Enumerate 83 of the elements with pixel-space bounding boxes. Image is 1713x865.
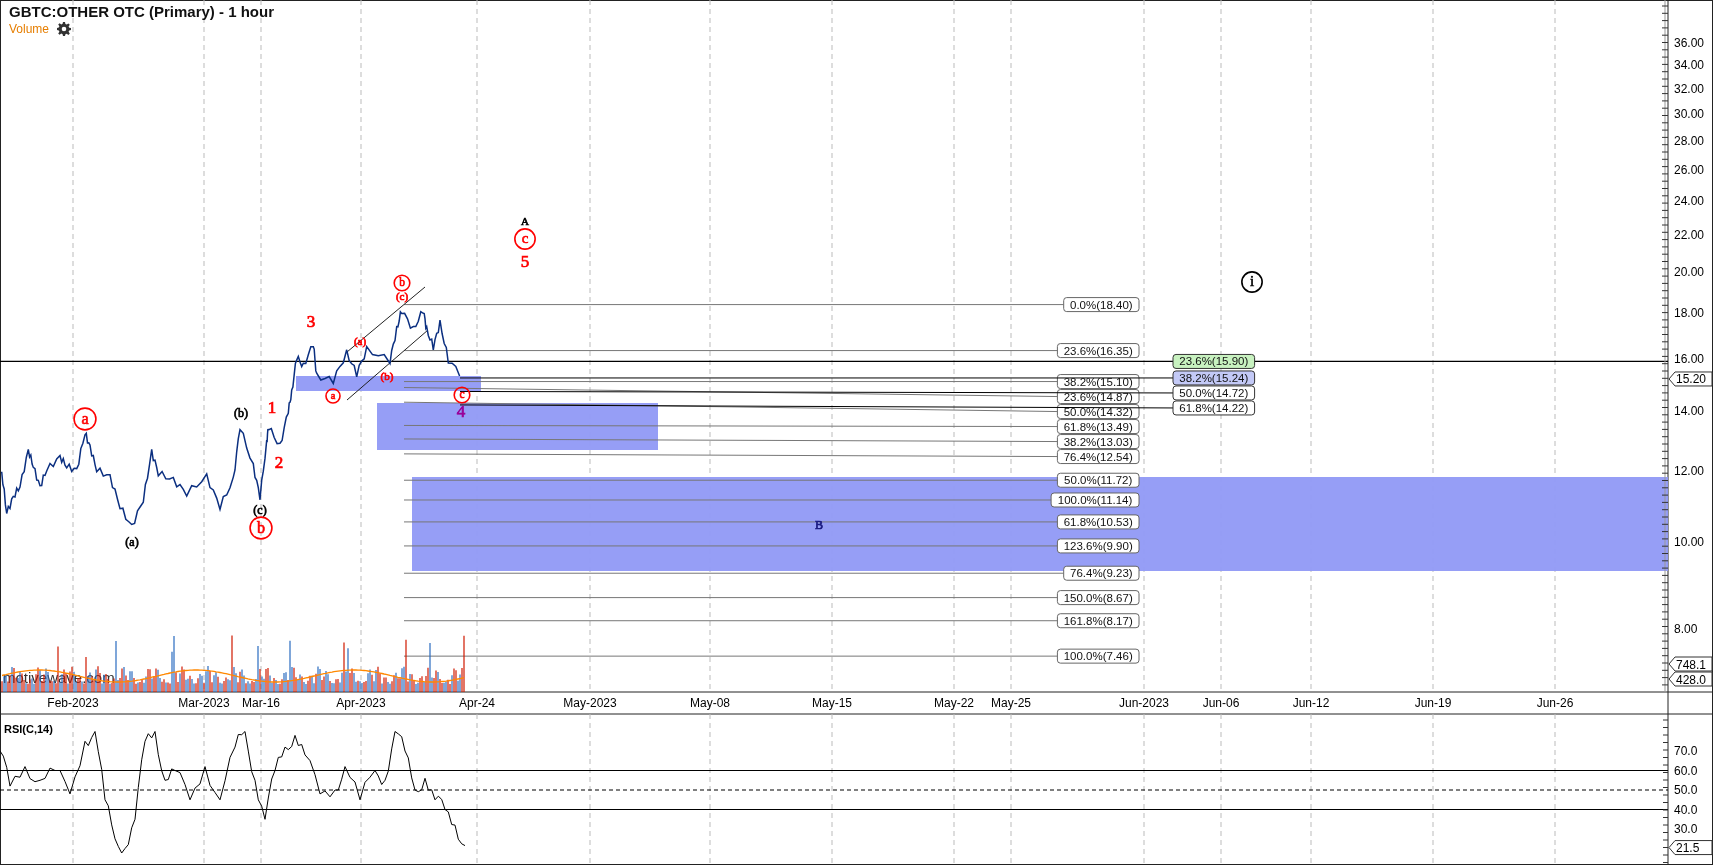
price-tick-label: 28.00 — [1674, 134, 1705, 149]
fib-level-label: 50.0%(14.72) — [1172, 385, 1256, 401]
rsi-title: RSI(C,14) — [4, 723, 53, 735]
volume-marker: 748.1 — [1668, 656, 1713, 672]
fib-level-label: 38.2%(13.03) — [1056, 434, 1140, 450]
fib-level-label: 76.4%(12.54) — [1056, 449, 1140, 465]
wave-label: a — [325, 388, 341, 404]
date-label: Jun-12 — [1292, 696, 1330, 710]
price-tick-label: 32.00 — [1674, 82, 1705, 97]
date-label: Mar-2023 — [178, 696, 230, 710]
fib-level-label: 123.6%(9.90) — [1056, 538, 1140, 554]
price-tick-label: 34.00 — [1674, 58, 1705, 73]
volume-marker: 428.0 — [1668, 671, 1713, 687]
price-tick-label: 8.00 — [1674, 621, 1698, 636]
date-label: Apr-2023 — [336, 696, 386, 710]
date-label: May-22 — [934, 696, 974, 710]
fib-level-label: 100.0%(11.14) — [1050, 492, 1140, 508]
price-tick-label: 16.00 — [1674, 352, 1705, 366]
wave-label: b — [249, 516, 273, 540]
wave-label: (b) — [234, 406, 248, 421]
fib-level-label: 23.6%(16.35) — [1056, 343, 1140, 359]
wave-label: 4 — [456, 401, 466, 421]
rsi-tick-label: 50.0 — [1674, 783, 1698, 797]
fib-level-label: 161.8%(8.17) — [1056, 613, 1140, 629]
wave-label: 5 — [520, 251, 530, 271]
chart-title: GBTC:OTHER OTC (Primary) - 1 hour — [9, 3, 274, 21]
fib-level-label: 0.0%(18.40) — [1063, 297, 1140, 313]
wave-label: b — [393, 274, 411, 292]
rsi-tick-label: 70.0 — [1674, 744, 1698, 758]
date-label: Mar-16 — [242, 696, 280, 710]
date-label: Jun-06 — [1202, 696, 1240, 710]
fib-level-label: 150.0%(8.67) — [1056, 590, 1140, 606]
wave-label: 2 — [274, 452, 284, 472]
date-label: May-15 — [812, 696, 852, 710]
date-label: May-08 — [690, 696, 730, 710]
date-label: May-25 — [991, 696, 1031, 710]
price-tick-label: 14.00 — [1674, 404, 1705, 418]
fib-level-label: 50.0%(11.72) — [1056, 472, 1140, 488]
wave-label: A — [521, 214, 529, 227]
wave-label: i — [1241, 271, 1263, 293]
wave-label: 1 — [267, 397, 277, 417]
wave-label: (a) — [353, 334, 367, 347]
date-label: Feb-2023 — [47, 696, 99, 710]
fib-level-label: 76.4%(9.23) — [1063, 565, 1140, 581]
price-tick-label: 22.00 — [1674, 228, 1705, 242]
price-tick-label: 10.00 — [1674, 535, 1705, 549]
fib-level-label: 23.6%(14.87) — [1056, 389, 1140, 405]
fib-level-label: 61.8%(13.49) — [1056, 419, 1140, 435]
fib-level-label: 38.2%(15.24) — [1172, 370, 1256, 386]
price-tick-label: 12.00 — [1674, 464, 1705, 479]
wave-label: c — [453, 386, 471, 404]
current-rsi-marker: 21.5 — [1668, 840, 1713, 856]
rsi-tick-label: 60.0 — [1674, 763, 1698, 778]
fib-level-label: 61.8%(14.22) — [1172, 400, 1256, 416]
current-price-marker: 15.20 — [1668, 371, 1713, 387]
price-tick-label: 30.00 — [1674, 107, 1705, 122]
wave-label: 3 — [306, 311, 316, 331]
fib-level-label: 100.0%(7.46) — [1056, 648, 1140, 664]
date-label: Apr-24 — [459, 696, 495, 710]
date-label: Jun-26 — [1536, 696, 1574, 710]
indicator-label[interactable]: Volume — [9, 21, 50, 37]
rsi-tick-label: 30.0 — [1674, 822, 1698, 836]
settings-icon[interactable] — [57, 22, 72, 36]
wave-label: (a) — [125, 535, 139, 550]
price-tick-label: 36.00 — [1674, 36, 1705, 51]
date-label: Jun-19 — [1414, 696, 1452, 710]
price-tick-label: 20.00 — [1674, 265, 1705, 280]
price-tick-label: 18.00 — [1674, 306, 1705, 321]
wave-label: (c) — [395, 289, 409, 302]
fib-level-label: 50.0%(14.32) — [1056, 404, 1140, 420]
watermark-text: motivewave.com — [3, 669, 115, 686]
price-tick-label: 26.00 — [1674, 162, 1705, 177]
wave-label: a — [73, 407, 97, 431]
rsi-tick-label: 40.0 — [1674, 802, 1698, 817]
date-label: May-2023 — [563, 696, 617, 710]
date-label: Jun-2023 — [1119, 696, 1169, 710]
fib-level-label: 23.6%(15.90) — [1172, 353, 1256, 369]
wave-label: (c) — [253, 503, 267, 518]
wave-label: B — [815, 518, 823, 533]
wave-label: (b) — [380, 369, 394, 382]
fib-level-label: 61.8%(10.53) — [1056, 514, 1140, 530]
price-tick-label: 24.00 — [1674, 194, 1705, 209]
wave-label: c — [514, 228, 536, 250]
